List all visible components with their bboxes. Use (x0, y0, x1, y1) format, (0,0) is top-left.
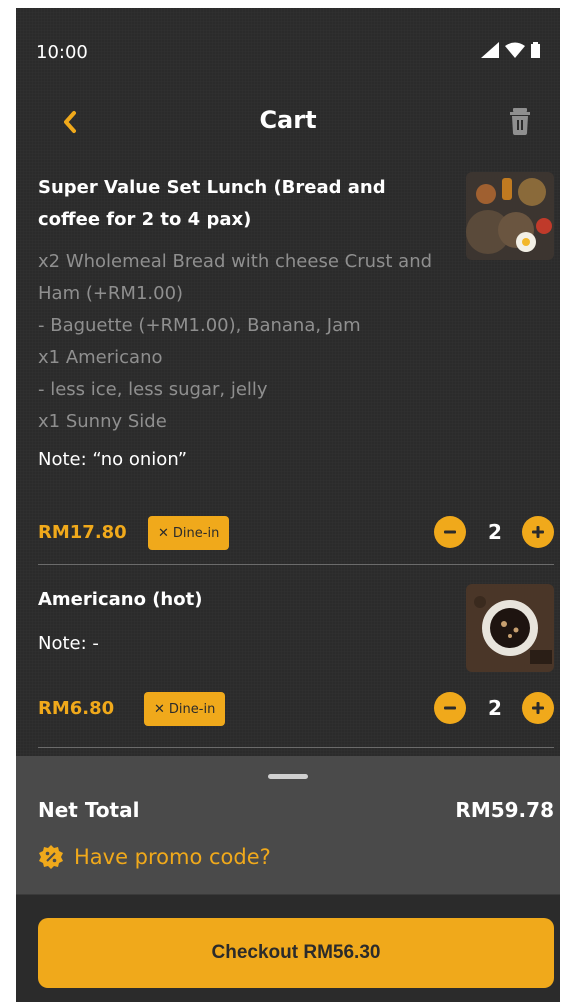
item-divider (38, 747, 554, 748)
checkout-button[interactable]: Checkout RM56.30 (38, 918, 554, 988)
signal-icon (481, 42, 499, 58)
dine-in-badge[interactable]: ✕ Dine-in (144, 692, 226, 726)
dine-in-label: Dine-in (168, 701, 216, 717)
quantity-value: 2 (488, 696, 502, 720)
item-option: - less ice, less sugar, jelly (38, 379, 268, 400)
item-option: - Baguette (+RM1.00), Banana, Jam (38, 315, 361, 336)
increase-button[interactable] (522, 516, 554, 548)
minus-icon (444, 706, 456, 710)
wifi-icon (505, 42, 525, 58)
item-image[interactable] (466, 172, 554, 260)
net-total-value: RM59.78 (455, 798, 554, 822)
phone-screen: 10:00 Cart Super Value Set Lunch (Bread (16, 8, 560, 1002)
cutlery-icon: ✕ (158, 525, 169, 541)
increase-button[interactable] (522, 692, 554, 724)
plus-icon (532, 526, 544, 538)
item-footer: RM17.80 ✕ Dine-in 2 (38, 516, 554, 552)
coffee-image (466, 584, 554, 672)
item-title: Super Value Set Lunch (Bread and coffee … (38, 177, 386, 230)
status-icons (481, 42, 540, 58)
plus-icon (532, 702, 544, 714)
decrease-button[interactable] (434, 692, 466, 724)
item-options: x2 Wholemeal Bread with cheese Crust and… (38, 246, 554, 438)
item-price: RM6.80 (38, 698, 115, 719)
cart-item: Super Value Set Lunch (Bread and coffee … (38, 172, 554, 562)
quantity-value: 2 (488, 520, 502, 544)
drag-handle[interactable] (268, 774, 308, 779)
quantity-stepper: 2 (434, 516, 554, 548)
quantity-stepper: 2 (434, 692, 554, 724)
dine-in-label: Dine-in (172, 525, 220, 541)
decrease-button[interactable] (434, 516, 466, 548)
trash-icon (510, 108, 530, 135)
item-divider (38, 564, 554, 565)
cart-item: Americano (hot) Note: - RM6.80 ✕ Dine-in (38, 584, 554, 744)
cutlery-icon: ✕ (154, 701, 165, 717)
promo-label: Have promo code? (74, 845, 271, 869)
checkout-bar: Checkout RM56.30 (16, 894, 560, 1002)
clear-cart-button[interactable] (500, 100, 540, 140)
dine-in-badge[interactable]: ✕ Dine-in (148, 516, 230, 550)
status-bar: 10:00 (16, 8, 560, 88)
net-total-label: Net Total (38, 798, 140, 822)
item-option: x1 Sunny Side (38, 411, 167, 432)
status-time: 10:00 (36, 42, 88, 63)
breakfast-image (466, 172, 554, 260)
battery-icon (531, 42, 540, 58)
minus-icon (444, 530, 456, 534)
item-note: Note: “no onion” (38, 449, 188, 470)
item-footer: RM6.80 ✕ Dine-in 2 (38, 692, 554, 728)
item-option: x1 Americano (38, 347, 163, 368)
item-price: RM17.80 (38, 522, 127, 543)
promo-code-link[interactable]: Have promo code? (38, 844, 271, 870)
item-image[interactable] (466, 584, 554, 672)
discount-badge-icon (39, 845, 63, 869)
app-header: Cart (16, 100, 560, 144)
summary-panel: Net Total RM59.78 Have promo code? (16, 756, 560, 894)
item-title: Americano (hot) (38, 589, 203, 610)
page-title: Cart (259, 106, 317, 134)
item-option: x2 Wholemeal Bread with cheese Crust and… (38, 251, 433, 304)
